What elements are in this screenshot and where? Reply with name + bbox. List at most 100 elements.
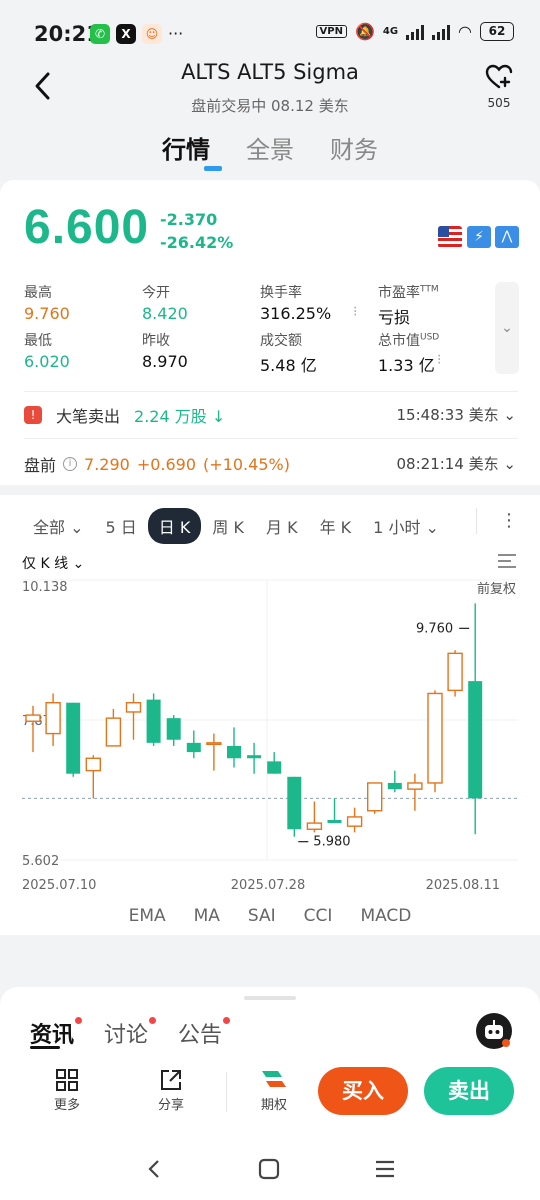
- more-label: 更多: [53, 1098, 80, 1113]
- period-5d[interactable]: 5 日: [95, 508, 148, 544]
- candle-body: [387, 782, 402, 790]
- high-marker-label: 9.760: [416, 621, 453, 636]
- vpn-badge: VPN: [315, 25, 347, 38]
- wechat-icon: ✆: [90, 24, 110, 44]
- x-axis-label-mid: 2025.07.28: [231, 878, 305, 893]
- period-month[interactable]: 月 K: [255, 508, 309, 544]
- stat-high-value: 9.760: [24, 304, 70, 323]
- chart-more-button[interactable]: ⋮: [500, 510, 518, 531]
- y-axis-top-label: 10.138: [22, 580, 68, 595]
- period-week[interactable]: 周 K: [201, 508, 255, 544]
- expand-stats-button[interactable]: ⌄: [495, 282, 519, 374]
- x-axis-label-start: 2025.07.10: [22, 878, 96, 893]
- period-day[interactable]: 日 K: [147, 508, 202, 544]
- tab-news[interactable]: 资讯: [30, 1017, 83, 1049]
- candle-body: [407, 782, 423, 790]
- more-button[interactable]: 更多: [37, 1066, 97, 1113]
- candle-body: [468, 681, 483, 799]
- k-mode-select[interactable]: 仅 K 线 ⌄: [22, 553, 84, 573]
- candle-body: [186, 742, 201, 753]
- stat-mktcap-label: 总市值USD: [378, 332, 440, 349]
- us-flag-icon: [438, 226, 462, 248]
- candle-body: [105, 717, 122, 747]
- stat-open-value: 8.420: [142, 304, 188, 323]
- divider: [476, 508, 477, 534]
- premarket-row[interactable]: 盘前 i 7.290 +0.690 (+10.45%): [24, 452, 290, 476]
- premarket-percent: (+10.45%): [203, 454, 290, 474]
- indicator-cci[interactable]: CCI: [304, 906, 333, 926]
- stat-prev-close-label: 昨收: [142, 333, 170, 349]
- block-trade-value: 2.24 万股 ↓: [134, 407, 226, 426]
- share-icon: [161, 1070, 181, 1090]
- info-dots-icon: ⁝: [353, 304, 358, 320]
- stat-prev-close-value: 8.970: [142, 352, 188, 371]
- stat-turnover-value: 316.25%: [260, 304, 332, 323]
- last-price: 6.600: [24, 201, 150, 254]
- tab-financials[interactable]: 财务: [330, 130, 378, 165]
- nav-back-icon[interactable]: [145, 1158, 163, 1180]
- candle-body: [287, 776, 302, 830]
- period-year[interactable]: 年 K: [309, 508, 363, 544]
- candle-body: [66, 702, 81, 774]
- tab-discussion[interactable]: 讨论: [104, 1017, 157, 1049]
- candle-body: [146, 699, 161, 743]
- candle-body: [327, 820, 342, 824]
- candle-body: [206, 742, 222, 746]
- candle-body: [166, 718, 181, 740]
- low-marker-label: 5.980: [313, 835, 350, 850]
- candlestick-chart[interactable]: 10.138 7.870 5.602 前复权 9.760 5.980 2025.…: [0, 575, 540, 900]
- nav-home-icon[interactable]: [258, 1158, 280, 1180]
- indicator-ma[interactable]: MA: [194, 906, 220, 926]
- x-axis-label-end: 2025.08.11: [426, 878, 500, 893]
- alarm-icon: !: [24, 406, 42, 424]
- chart-settings-icon[interactable]: [497, 553, 517, 569]
- candle-body: [267, 761, 282, 774]
- candle-body: [427, 692, 443, 784]
- signal-icon: [406, 24, 425, 40]
- news-tab-indicator: [30, 1046, 60, 1049]
- buy-button[interactable]: 买入: [318, 1067, 408, 1115]
- tab-announcements[interactable]: 公告: [178, 1017, 231, 1049]
- tab-overview[interactable]: 全景: [246, 130, 294, 165]
- heart-plus-icon: [485, 64, 513, 89]
- options-icon: [262, 1071, 286, 1087]
- status-indicators: VPN 🔕 4G ◠ 62: [315, 22, 514, 41]
- block-trade-row[interactable]: ! 大笔卖出 2.24 万股 ↓: [24, 403, 225, 427]
- premarket-price: 7.290: [84, 454, 130, 474]
- premarket-time: 08:21:14 美东 ⌄: [396, 455, 516, 473]
- candle-body: [367, 782, 383, 812]
- premarket-change: +0.690: [136, 454, 197, 474]
- period-tabs: 全部 ⌄ 5 日 日 K 周 K 月 K 年 K 1 小时 ⌄: [22, 508, 450, 544]
- candle-body: [227, 745, 241, 759]
- premarket-label: 盘前: [24, 456, 57, 475]
- indicator-macd[interactable]: MACD: [360, 906, 411, 926]
- price-change-percent: -26.42%: [160, 233, 234, 252]
- share-button[interactable]: 分享: [141, 1066, 201, 1113]
- candle-body: [447, 652, 463, 692]
- wifi-icon: ◠: [458, 22, 472, 41]
- indicator-ema[interactable]: EMA: [129, 906, 166, 926]
- options-button[interactable]: 期权: [244, 1066, 304, 1113]
- chevron-down-icon: ⌄: [501, 320, 513, 336]
- margin-icon[interactable]: ⚡: [467, 226, 491, 248]
- y-axis-bottom-label: 5.602: [22, 854, 59, 869]
- period-all[interactable]: 全部 ⌄: [22, 508, 95, 544]
- share-label: 分享: [157, 1098, 184, 1113]
- ai-assistant-icon[interactable]: [476, 1013, 512, 1049]
- drag-handle[interactable]: [244, 996, 296, 1000]
- indicator-sai[interactable]: SAI: [248, 906, 276, 926]
- tab-quote[interactable]: 行情: [162, 130, 222, 171]
- market-status: 盘前交易中 08.12 美东: [191, 97, 349, 115]
- unread-dot: [149, 1017, 157, 1024]
- indicator-tabs: EMA MA SAI CCI MACD: [0, 906, 540, 926]
- signal-icon-2: [432, 24, 451, 40]
- divider: [24, 438, 518, 439]
- nav-menu-icon[interactable]: [374, 1158, 396, 1180]
- x-app-icon: X: [116, 24, 136, 44]
- short-selling-icon[interactable]: ⋀: [495, 226, 519, 248]
- stat-low-value: 6.020: [24, 352, 70, 371]
- favorite-button[interactable]: 505: [478, 64, 520, 110]
- stat-low-label: 最低: [24, 333, 52, 349]
- period-1h[interactable]: 1 小时 ⌄: [362, 508, 450, 544]
- sell-button[interactable]: 卖出: [424, 1067, 514, 1115]
